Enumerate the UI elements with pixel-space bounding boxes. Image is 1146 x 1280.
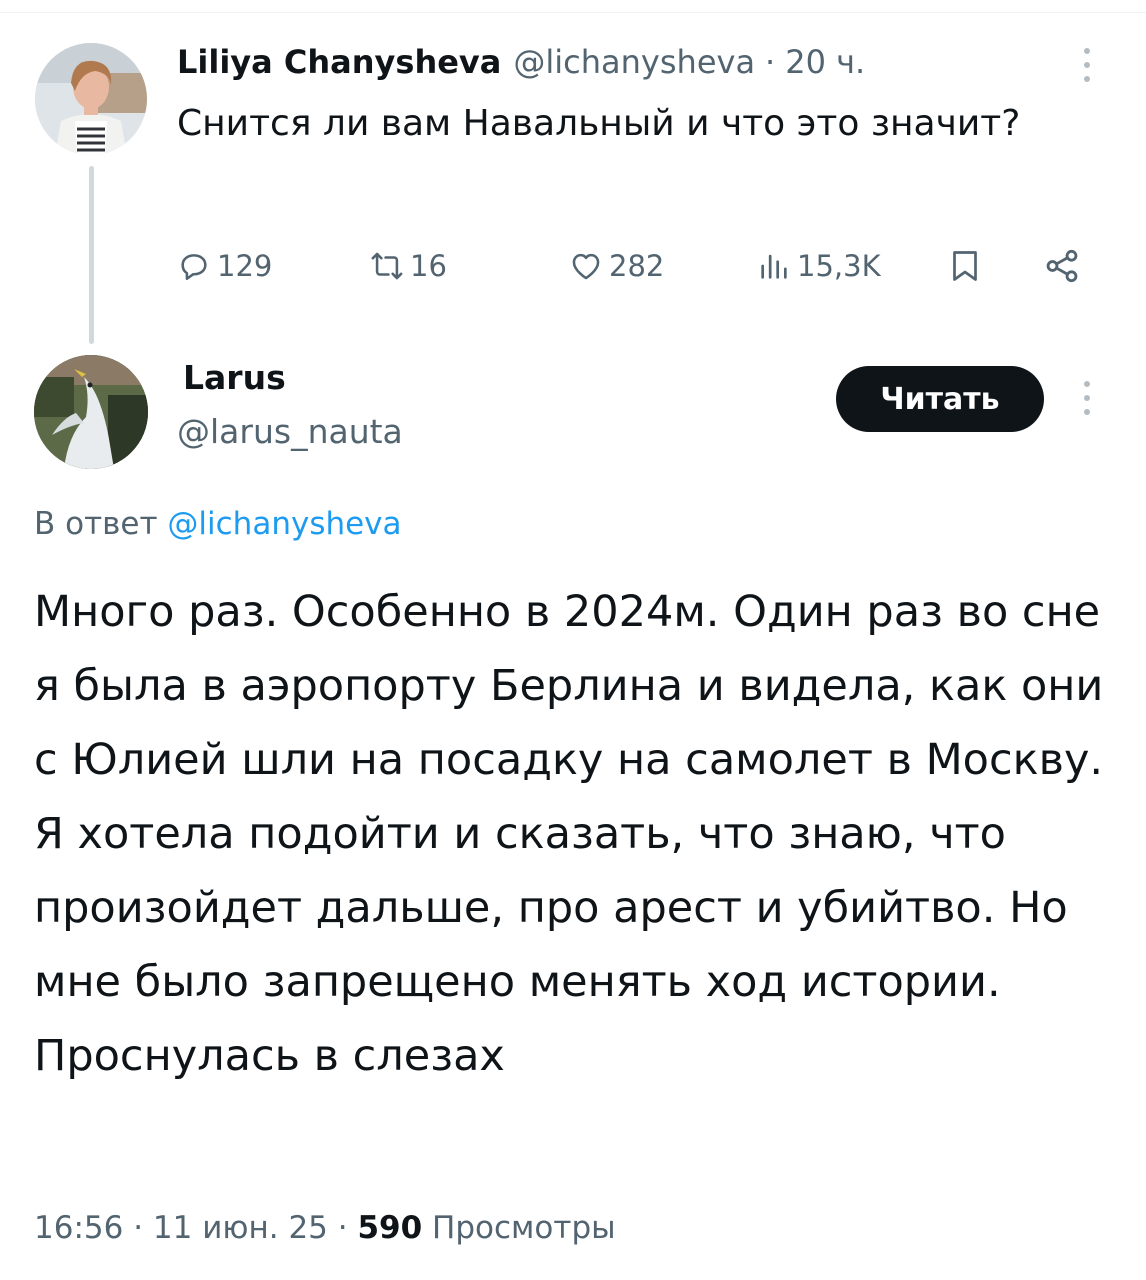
like-count: 282 bbox=[609, 249, 665, 283]
speech-bubble-icon bbox=[177, 249, 211, 283]
repost-arrows-icon bbox=[370, 249, 404, 283]
replying-to-line: В ответ @lichanysheva bbox=[34, 500, 402, 548]
follow-button[interactable]: Читать bbox=[836, 366, 1044, 432]
repost-button[interactable]: 16 bbox=[370, 240, 447, 292]
reply-tweet-meta: 16:56 · 11 июн. 25 · 590 Просмотры bbox=[34, 1204, 616, 1252]
views-count: 15,3K bbox=[797, 249, 881, 283]
bar-chart-icon bbox=[757, 249, 791, 283]
replying-to-mention[interactable]: @lichanysheva bbox=[167, 506, 401, 542]
parent-more-options-icon[interactable] bbox=[1082, 48, 1092, 82]
parent-tweet-text: Снится ли вам Навальный и что это значит… bbox=[177, 103, 1021, 144]
reply-author-handle[interactable]: @larus_nauta bbox=[177, 406, 403, 458]
reply-more-options-icon[interactable] bbox=[1082, 381, 1092, 415]
reply-views-count: 590 bbox=[357, 1210, 423, 1246]
replying-to-prefix: В ответ bbox=[34, 506, 158, 542]
heart-icon bbox=[569, 249, 603, 283]
reply-tweet-text: Много раз. Особенно в 2024м. Один раз во… bbox=[34, 587, 1104, 1081]
like-button[interactable]: 282 bbox=[569, 240, 664, 292]
reply-views-label: Просмотры bbox=[432, 1210, 616, 1246]
thread-connector-line bbox=[89, 166, 94, 344]
parent-author-handle[interactable]: @lichanysheva bbox=[513, 43, 755, 81]
share-button[interactable] bbox=[1043, 240, 1081, 292]
reply-author-name[interactable]: Larus bbox=[183, 352, 286, 404]
reply-button[interactable]: 129 bbox=[177, 240, 272, 292]
parent-author-name[interactable]: Liliya Chanysheva bbox=[177, 43, 501, 81]
meta-separator: · bbox=[133, 1210, 144, 1246]
views-button[interactable]: 15,3K bbox=[757, 240, 881, 292]
avatar-seagull-image bbox=[34, 355, 148, 469]
reply-date[interactable]: 11 июн. 25 bbox=[153, 1210, 328, 1246]
share-nodes-icon bbox=[1043, 247, 1081, 285]
avatar-woman-image bbox=[35, 43, 147, 155]
parent-tweet-time[interactable]: 20 ч. bbox=[785, 43, 865, 81]
bookmark-button[interactable] bbox=[947, 240, 983, 292]
parent-tweet-actions: 129 16 282 15,3K bbox=[177, 240, 1087, 292]
top-divider bbox=[0, 12, 1146, 13]
parent-author-avatar[interactable] bbox=[35, 43, 147, 155]
meta-separator: · bbox=[337, 1210, 348, 1246]
repost-count: 16 bbox=[410, 249, 447, 283]
reply-count: 129 bbox=[217, 249, 273, 283]
parent-tweet-header: Liliya Chanysheva @lichanysheva · 20 ч. bbox=[177, 38, 865, 86]
reply-time[interactable]: 16:56 bbox=[34, 1210, 123, 1246]
header-separator: · bbox=[765, 43, 776, 81]
reply-author-avatar[interactable] bbox=[34, 355, 148, 469]
bookmark-icon bbox=[947, 246, 983, 286]
